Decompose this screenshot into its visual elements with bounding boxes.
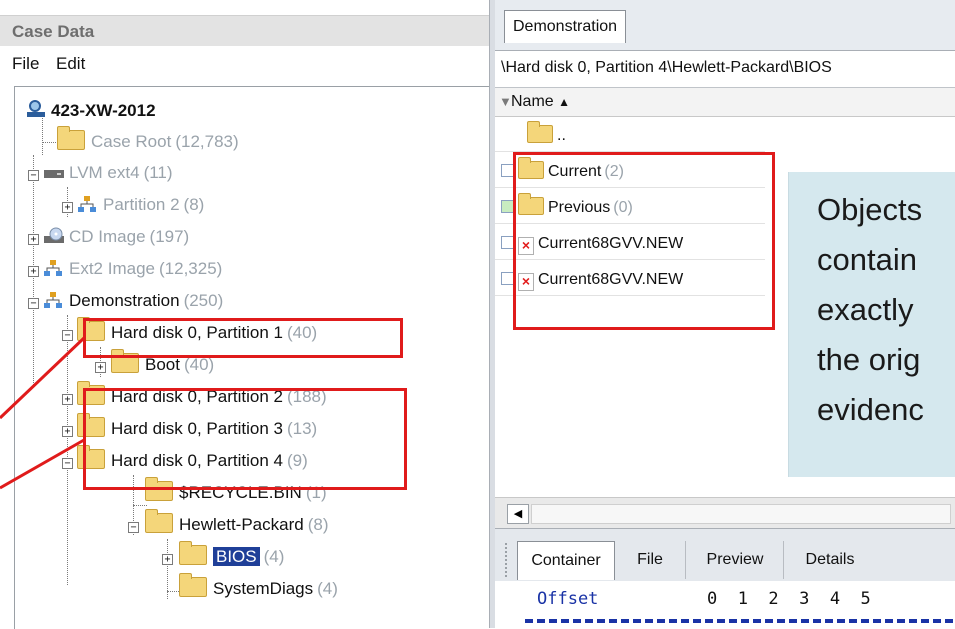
menu-edit[interactable]: Edit: [56, 54, 85, 74]
tree-node-label: 423-XW-2012: [51, 101, 156, 120]
menu-file[interactable]: File: [12, 54, 39, 74]
case-icon: [25, 99, 45, 117]
item-count: (4): [263, 547, 285, 566]
tree-node-cd-image[interactable]: CD Image (197): [43, 223, 189, 251]
tree-node-label: Ext2 Image: [69, 259, 155, 278]
tree-node-bios[interactable]: BIOS (4): [179, 541, 285, 571]
callout-line: evidenc: [817, 392, 924, 427]
menu-bar: File Edit: [0, 46, 490, 84]
collapse-toggle[interactable]: −: [28, 170, 39, 181]
list-item-parent[interactable]: ..: [527, 121, 566, 149]
expand-toggle[interactable]: +: [28, 234, 39, 245]
item-count: (197): [149, 227, 190, 246]
folder-icon: [57, 126, 85, 150]
disk-icon: [43, 162, 64, 178]
collapse-toggle[interactable]: −: [128, 522, 139, 533]
tab-demonstration[interactable]: Demonstration: [504, 10, 627, 43]
offset-label: Offset: [537, 589, 599, 609]
list-header: ▼ Name ▲: [495, 88, 955, 117]
tree-node-label: BIOS: [213, 547, 260, 566]
tree-node-case[interactable]: 423-XW-2012: [25, 97, 156, 125]
folder-icon: [145, 509, 173, 533]
expand-toggle[interactable]: +: [62, 202, 73, 213]
tree-node-label: Partition 2: [103, 195, 180, 214]
column-header-label: Name: [511, 93, 554, 110]
filter-icon[interactable]: ▼: [499, 94, 512, 109]
tab-preview[interactable]: Preview: [687, 541, 784, 579]
callout-line: the orig: [817, 342, 921, 377]
hex-data-row: [525, 619, 955, 623]
sort-asc-icon: ▲: [558, 95, 571, 109]
column-header-name[interactable]: Name ▲: [511, 93, 570, 111]
tree-node-label: LVM ext4: [69, 163, 140, 182]
tree-node-systemdiags[interactable]: SystemDiags (4): [179, 573, 338, 603]
item-count: (4): [317, 579, 338, 598]
hex-view[interactable]: Offset 0 1 2 3 4 5: [495, 581, 955, 628]
callout-line: exactly: [817, 292, 914, 327]
tree-node-lvm-ext4[interactable]: LVM ext4 (11): [43, 159, 173, 187]
parent-label: ..: [557, 127, 566, 144]
cd-icon: [43, 226, 64, 243]
current-path: \Hard disk 0, Partition 4\Hewlett-Packar…: [501, 59, 832, 76]
drag-handle[interactable]: [505, 543, 513, 577]
tree-node-label: Demonstration: [69, 291, 180, 310]
scroll-left-icon[interactable]: ◀: [507, 504, 529, 524]
callout-line: contain: [817, 242, 917, 277]
tree-node-label: CD Image: [69, 227, 146, 246]
item-count: (12,783): [175, 132, 239, 151]
tree-node-label: Hewlett-Packard: [179, 515, 304, 534]
item-count: (8): [307, 515, 329, 534]
scrollbar-thumb[interactable]: [531, 504, 951, 524]
pane-title: Case Data: [12, 22, 95, 41]
highlight-partitions-2-4: [83, 388, 407, 490]
hex-column-headers: 0 1 2 3 4 5: [707, 589, 871, 609]
item-count: (12,325): [159, 259, 223, 278]
item-count: (8): [183, 195, 205, 214]
annotation-arrows: [0, 336, 86, 490]
partition-icon: [43, 258, 63, 276]
path-bar: \Hard disk 0, Partition 4\Hewlett-Packar…: [495, 51, 955, 88]
expand-toggle[interactable]: +: [28, 266, 39, 277]
partition-icon: [43, 290, 63, 308]
tree-node-label: SystemDiags: [213, 579, 314, 598]
expand-toggle[interactable]: +: [162, 554, 173, 565]
folder-icon: [179, 573, 207, 597]
explanation-callout: Objects contain exactly the orig evidenc: [788, 172, 955, 477]
item-count: (11): [143, 163, 173, 182]
tree-node-label: Case Root: [91, 132, 172, 151]
open-folder-icon: [179, 541, 207, 565]
pane-title-bar: Case Data: [0, 15, 490, 46]
horizontal-scrollbar[interactable]: ◀: [495, 497, 955, 528]
tab-container[interactable]: Container: [517, 541, 615, 580]
callout-line: Objects: [817, 192, 923, 227]
tree-node-case-root[interactable]: Case Root (12,783): [57, 126, 239, 156]
folder-icon: [527, 121, 553, 143]
item-count: (250): [183, 291, 224, 310]
tree-node-partition-2[interactable]: Partition 2 (8): [77, 191, 204, 219]
tree-node-demonstration[interactable]: Demonstration (250): [43, 287, 223, 315]
partition-icon: [77, 194, 97, 212]
highlight-file-list: [513, 152, 775, 330]
tree-node-hewlett-packard[interactable]: Hewlett-Packard (8): [145, 509, 329, 539]
highlight-partition-1: [83, 318, 403, 358]
tab-file[interactable]: File: [615, 541, 686, 579]
collapse-toggle[interactable]: −: [28, 298, 39, 309]
tab-details[interactable]: Details: [785, 541, 875, 579]
bottom-tab-bar: Container File Preview Details: [495, 528, 955, 581]
tree-node-ext2-image[interactable]: Ext2 Image (12,325): [43, 255, 222, 283]
